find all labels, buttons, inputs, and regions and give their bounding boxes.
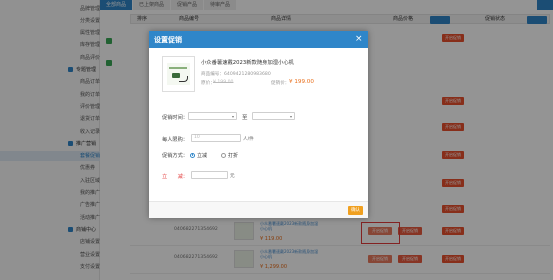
confirm-button[interactable]: 确认 <box>348 206 363 215</box>
promo-time-label: 促销时间： <box>162 115 188 121</box>
range-separator: 至 <box>242 115 248 121</box>
promotion-dialog: 设置促销 × 小众番薯速戴2023新款随身加湿小心机 商品编号：64094212… <box>149 31 368 218</box>
discount-radio[interactable] <box>221 152 226 158</box>
limit-unit: 人/件 <box>243 137 254 142</box>
dialog-footer: 确认 <box>149 201 368 218</box>
price-row: 原价： ¥ 199.00 促销价： ¥ 199.00 <box>201 79 371 88</box>
dialog-header: 设置促销 × <box>149 31 368 48</box>
promo-price-label: 促销价： <box>271 81 290 86</box>
product-code: 商品编号：6409421280983680 <box>201 72 271 77</box>
chevron-down-icon <box>290 115 292 118</box>
original-price: ¥ 199.00 <box>213 80 234 85</box>
promo-price: ¥ 199.00 <box>289 79 314 85</box>
product-summary: 小众番薯速戴2023新款随身加湿小心机 商品编号：640942128098368… <box>162 56 362 96</box>
purchase-limit-label: 每人限购： <box>162 137 188 143</box>
product-image <box>162 56 195 92</box>
reduce-amount-label: 立 减： <box>162 174 188 180</box>
reduce-amount-input[interactable] <box>191 171 228 179</box>
chevron-down-icon <box>232 115 234 118</box>
discount-option-label[interactable]: 打折 <box>228 152 238 159</box>
product-name: 小众番薯速戴2023新款随身加湿小心机 <box>201 60 294 66</box>
start-time-select[interactable] <box>188 112 237 120</box>
dialog-title: 设置促销 <box>154 36 182 44</box>
reduce-option-label[interactable]: 立减 <box>197 152 207 159</box>
promo-method-label: 促销方式： <box>162 153 188 159</box>
purchase-limit-input[interactable]: 10 <box>191 134 241 142</box>
end-time-select[interactable] <box>252 112 295 120</box>
currency-unit: 元 <box>230 174 235 179</box>
reduce-radio[interactable] <box>190 152 195 158</box>
close-icon[interactable]: × <box>355 34 363 44</box>
